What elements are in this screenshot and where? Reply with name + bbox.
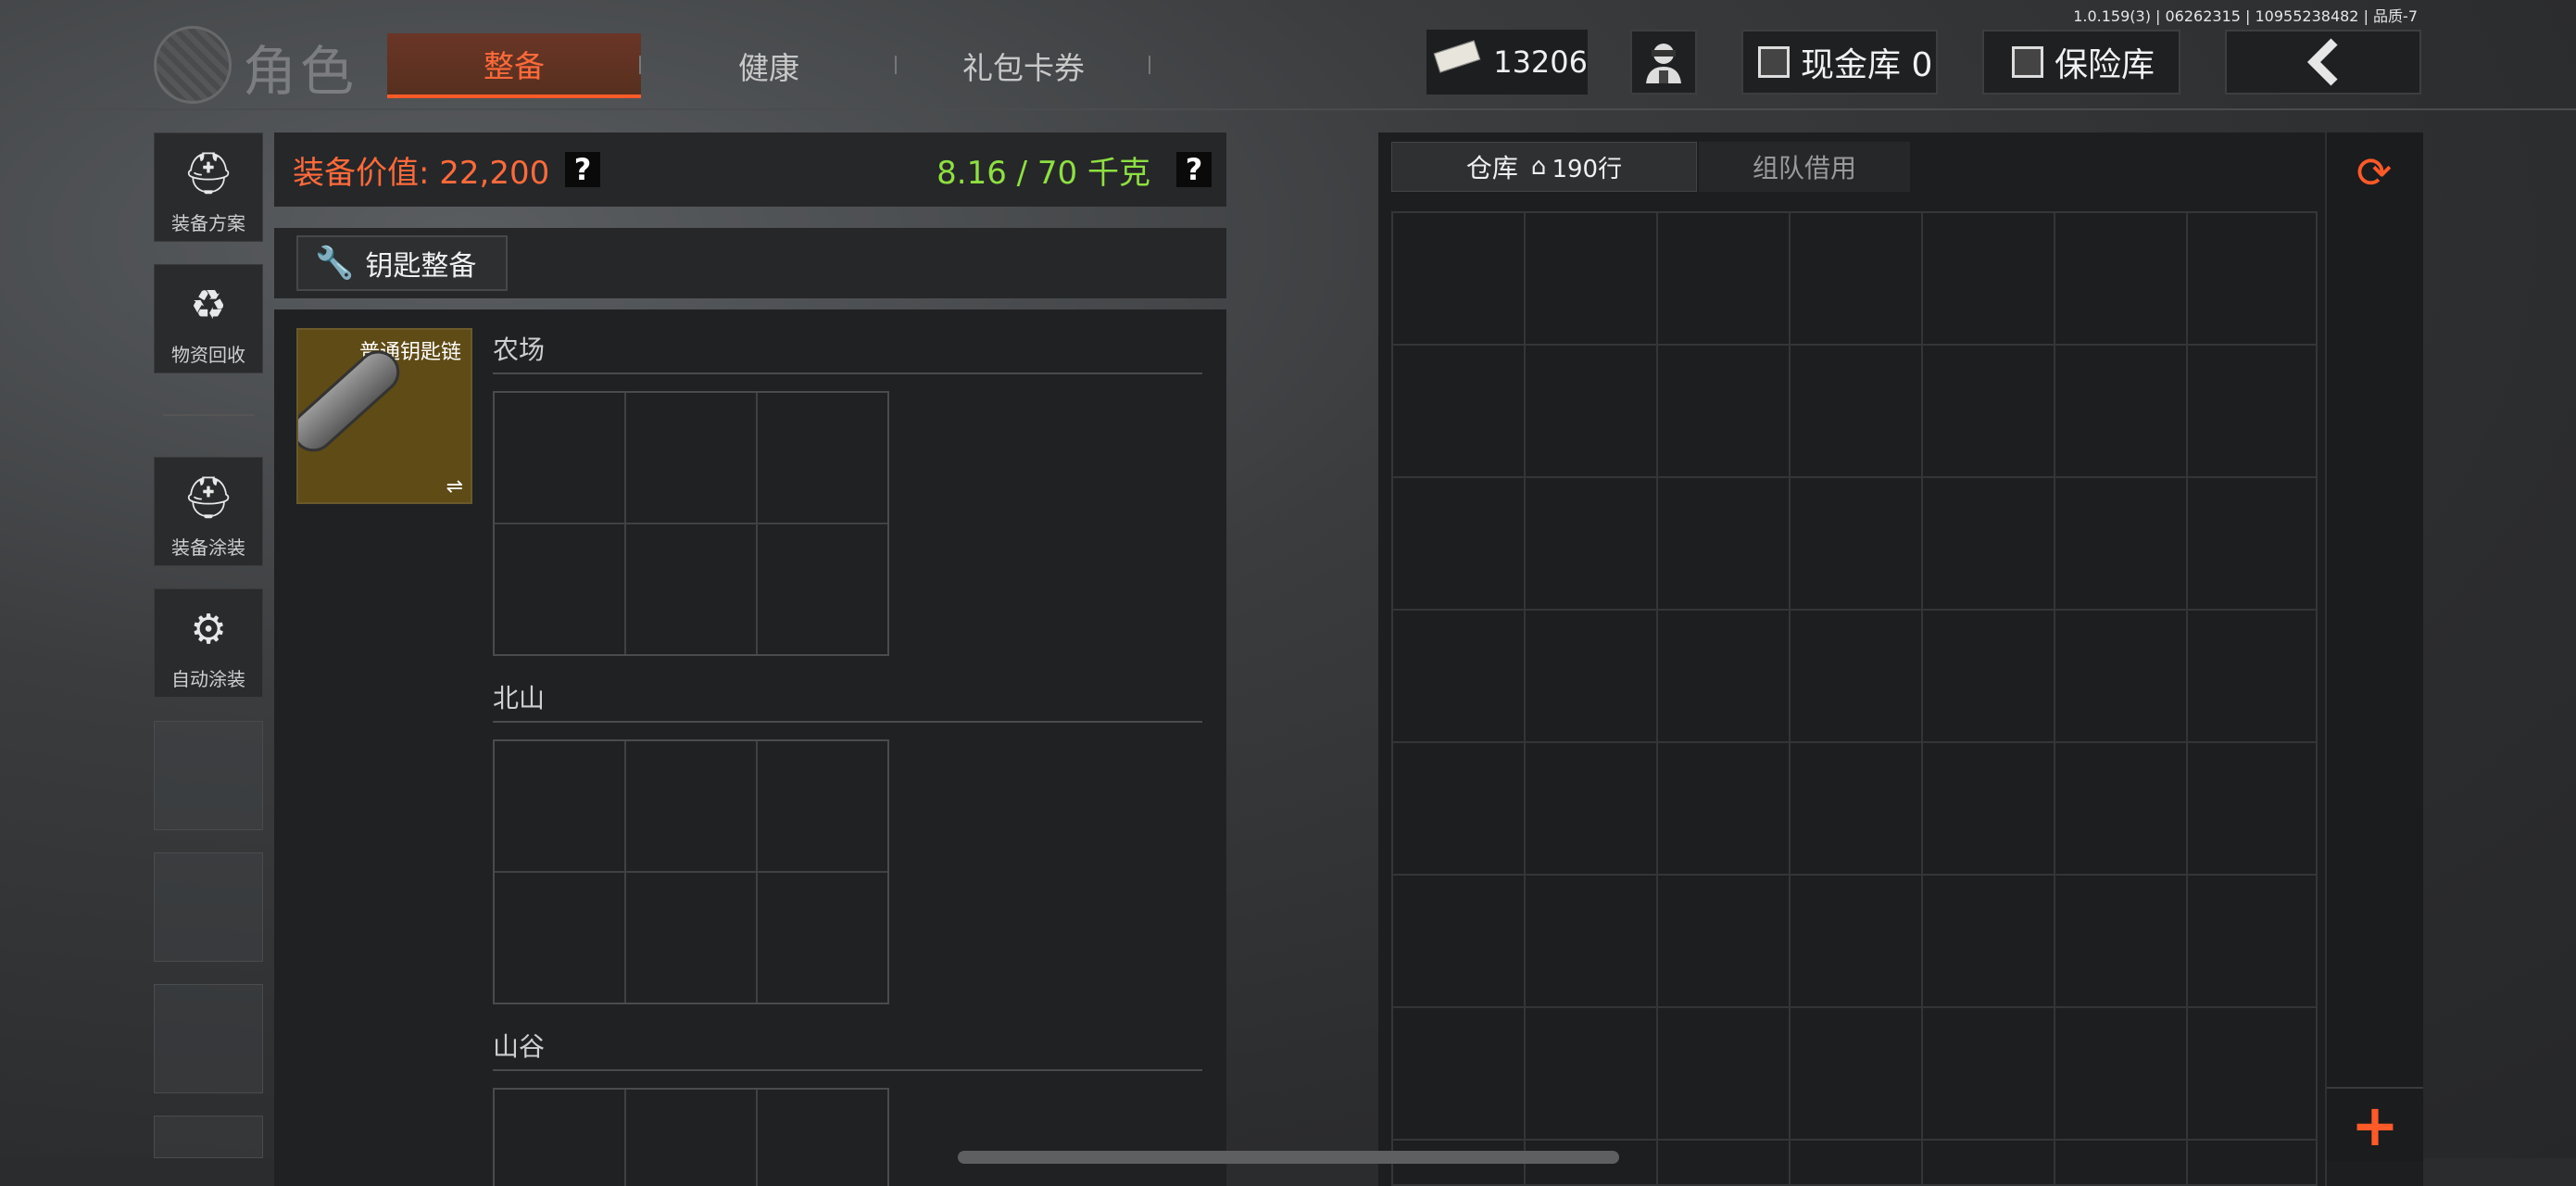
sidebar-item-loadout-plan[interactable]: ⛑ 装备方案 (154, 132, 263, 242)
sidebar-item-auto-paint[interactable]: ⚙ 自动涂装 (154, 588, 263, 698)
sidebar-empty-slot (154, 721, 263, 830)
header-divider (0, 108, 2576, 110)
safe-icon (2012, 46, 2043, 78)
equipment-summary-bar: 装备价值: 22,200 ? 8.16 / 70 千克 ? (274, 132, 1226, 207)
tab-gift[interactable]: 礼包卡券 (917, 33, 1130, 98)
weight-help-button[interactable]: ? (1176, 152, 1212, 187)
globe-logo-icon (154, 26, 232, 104)
version-text: 1.0.159(3) | 06262315 | 10955238482 | 品质… (2073, 7, 2418, 25)
region-divider (493, 1069, 1202, 1071)
key-loadout-label: 钥匙整备 (365, 250, 477, 283)
chevron-left-icon (2306, 38, 2338, 86)
region-title: 山谷 (493, 1031, 546, 1062)
helmet-grid-icon: ⛑ (182, 150, 234, 197)
keychain-icon (298, 342, 408, 461)
money-display[interactable]: 13206 (1426, 30, 1588, 95)
sidebar-empty-slot (154, 984, 263, 1093)
equipment-weight: 8.16 / 70 千克 (936, 155, 1150, 192)
back-button[interactable] (2225, 30, 2421, 95)
brush-gear-icon: ⚙ (190, 605, 227, 653)
home-icon: ⌂ (1530, 153, 1547, 181)
warehouse-grid[interactable] (1391, 211, 2318, 1186)
sidebar-item-label: 自动涂装 (171, 668, 245, 690)
keychain-slot[interactable]: 普通钥匙链 ⇌ (296, 328, 472, 504)
sidebar-item-equip-paint[interactable]: ⛑ 装备涂装 (154, 457, 263, 566)
key-storage-panel: 普通钥匙链 ⇌ 农场 北山 山谷 (274, 309, 1226, 1186)
cash-vault-button[interactable]: 现金库 0 (1741, 30, 1938, 95)
sort-refresh-icon[interactable]: ⟳ (2347, 145, 2401, 199)
sidebar-divider (163, 414, 254, 416)
safe-label: 保险库 (2055, 46, 2155, 84)
key-loadout-button[interactable]: 🔧 钥匙整备 (296, 235, 508, 291)
warehouse-tab-label: 仓库 (1465, 153, 1518, 183)
tab-separator (639, 56, 641, 74)
region-divider (493, 372, 1202, 374)
sidebar-empty-slot (154, 852, 263, 962)
banknote-icon (1433, 40, 1481, 78)
warehouse-tools: ⟳ + (2325, 132, 2423, 1161)
key-grid-farm[interactable] (493, 391, 889, 656)
swap-icon[interactable]: ⇌ (446, 475, 463, 498)
cash-vault-icon (1758, 46, 1790, 78)
equipment-value: 装备价值: 22,200 (293, 155, 550, 192)
sidebar-item-label: 装备方案 (171, 212, 245, 234)
tab-equip[interactable]: 整备 (387, 33, 641, 98)
helmet-paint-icon: ⛑ (182, 474, 234, 522)
character-button[interactable] (1630, 30, 1697, 95)
tab-warehouse[interactable]: 仓库 ⌂ 190行 (1391, 142, 1697, 192)
warehouse-panel: 仓库 ⌂ 190行 组队借用 (1378, 132, 2423, 1186)
region-title: 北山 (493, 683, 546, 713)
region-title: 农场 (493, 334, 546, 365)
tab-health[interactable]: 健康 (667, 33, 871, 98)
sidebar-item-label: 物资回收 (171, 344, 245, 366)
recycle-icon: ♻ (190, 281, 227, 329)
money-value: 13206 (1493, 44, 1588, 80)
tab-team-borrow[interactable]: 组队借用 (1699, 142, 1910, 192)
key-grid-north-mountain[interactable] (493, 739, 889, 1004)
soldier-avatar-icon (1646, 44, 1681, 83)
cash-vault-label: 现金库 0 (1801, 46, 1933, 84)
add-button[interactable]: + (2327, 1087, 2423, 1161)
sidebar-empty-slot (154, 1116, 263, 1158)
tab-separator (1149, 56, 1150, 74)
sidebar-item-label: 装备涂装 (171, 536, 245, 559)
tab-separator (895, 56, 897, 74)
value-help-button[interactable]: ? (565, 152, 600, 187)
safe-button[interactable]: 保险库 (1982, 30, 2180, 95)
key-icon: 🔧 (315, 245, 355, 282)
page-title: 角色 (243, 40, 358, 103)
warehouse-rows: 190行 (1552, 155, 1623, 183)
horizontal-scrollbar[interactable] (958, 1151, 1619, 1164)
key-grid-valley[interactable] (493, 1088, 889, 1186)
key-bar: 🔧 钥匙整备 (274, 228, 1226, 298)
sidebar-item-recycle[interactable]: ♻ 物资回收 (154, 264, 263, 373)
region-divider (493, 721, 1202, 723)
